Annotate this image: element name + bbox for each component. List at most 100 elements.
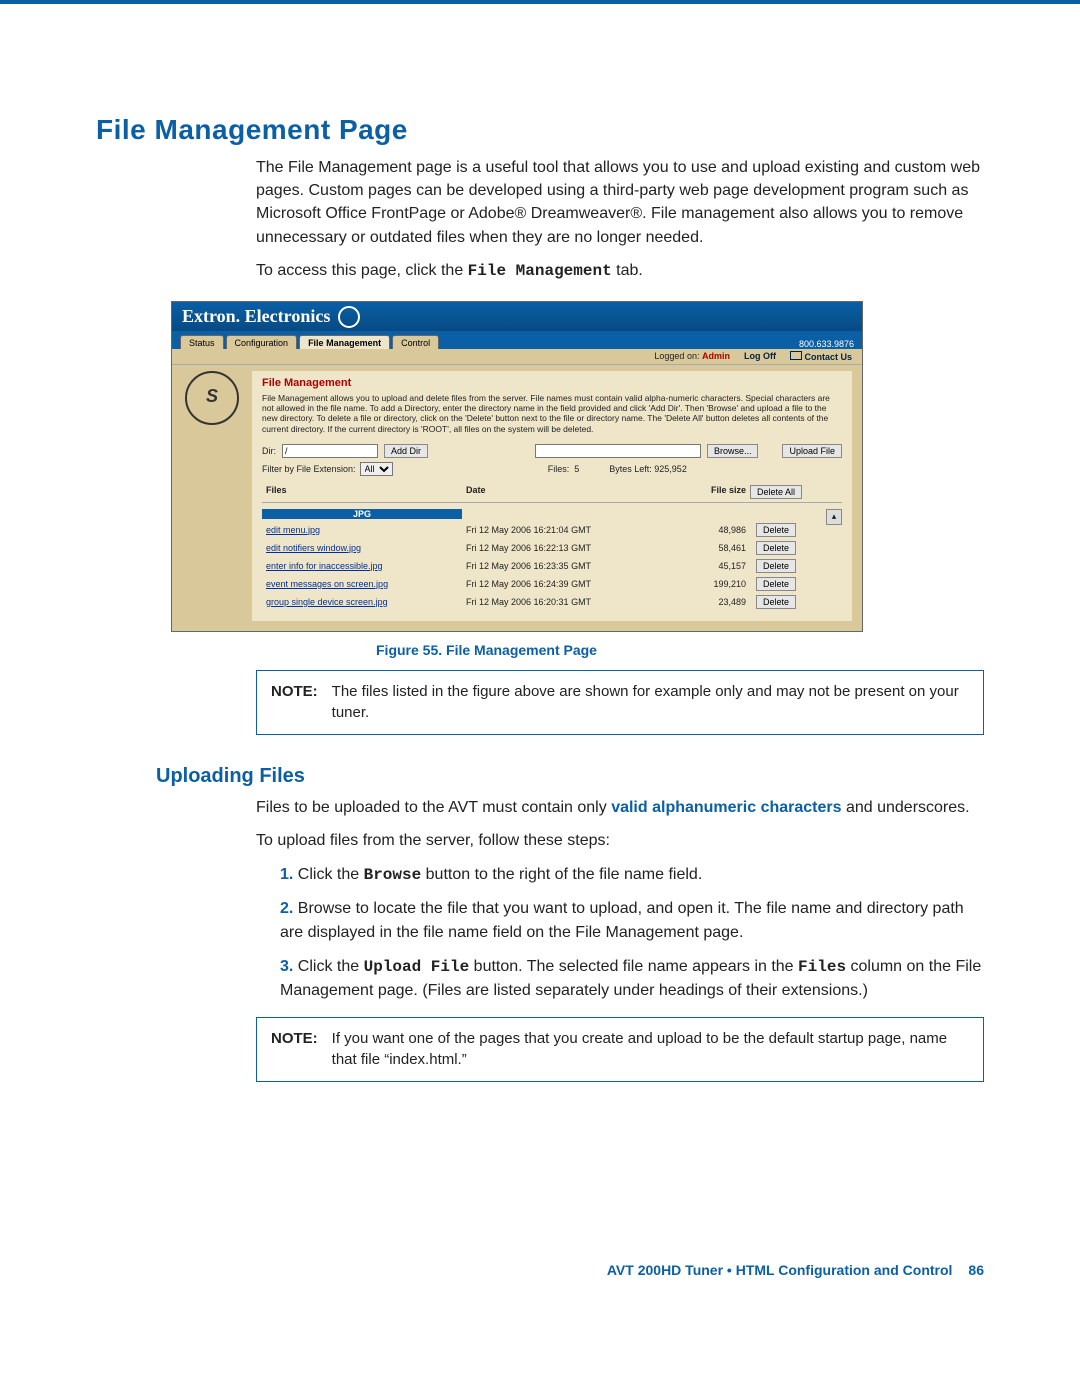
scroll-up-icon[interactable]: ▴	[826, 509, 842, 525]
browse-button[interactable]: Browse...	[707, 444, 759, 458]
table-row: edit notifiers window.jpg Fri 12 May 200…	[262, 539, 842, 557]
col-delete: Delete All	[746, 485, 806, 499]
screenshot-body: S File Management File Management allows…	[172, 365, 862, 631]
file-date: Fri 12 May 2006 16:20:31 GMT	[466, 597, 666, 607]
main-panel: File Management File Management allows y…	[252, 371, 852, 621]
filter-row: Filter by File Extension: All Files: 5 B…	[262, 462, 842, 476]
upload-follow: To upload files from the server, follow …	[256, 829, 984, 852]
phone-number: 800.633.9876	[799, 339, 854, 349]
file-size: 48,986	[666, 525, 746, 535]
table-row: event messages on screen.jpg Fri 12 May …	[262, 575, 842, 593]
intro-paragraph: The File Management page is a useful too…	[256, 156, 984, 249]
logged-on-user: Admin	[702, 351, 730, 361]
note-label: NOTE:	[271, 681, 318, 725]
bold-text: valid alphanumeric characters	[611, 799, 841, 816]
panel-title: File Management	[262, 377, 842, 389]
file-link[interactable]: edit notifiers window.jpg	[266, 543, 361, 553]
delete-button[interactable]: Delete	[756, 595, 796, 609]
note-box-2: NOTE: If you want one of the pages that …	[256, 1017, 984, 1083]
dir-label: Dir:	[262, 446, 276, 456]
dir-input[interactable]	[282, 444, 378, 458]
tab-control[interactable]: Control	[392, 335, 439, 349]
figure-caption: Figure 55. File Management Page	[376, 642, 984, 658]
logoff-link[interactable]: Log Off	[744, 351, 776, 361]
file-link[interactable]: event messages on screen.jpg	[266, 579, 388, 589]
file-list: ▴ JPG edit menu.jpg Fri 12 May 2006 16:2…	[262, 509, 842, 611]
tab-status[interactable]: Status	[180, 335, 224, 349]
screenshot-container: Extron. Electronics Status Configuration…	[171, 301, 863, 632]
file-size: 58,461	[666, 543, 746, 553]
mono-text: Browse	[364, 866, 422, 884]
text: 5	[574, 464, 579, 474]
text: and underscores.	[842, 799, 970, 816]
delete-button[interactable]: Delete	[756, 559, 796, 573]
file-size: 45,157	[666, 561, 746, 571]
contact-wrap[interactable]: Contact Us	[790, 351, 852, 362]
brand-icon	[338, 306, 360, 328]
table-row: group single device screen.jpg Fri 12 Ma…	[262, 593, 842, 611]
delete-all-button[interactable]: Delete All	[750, 485, 802, 499]
access-line: To access this page, click the File Mana…	[256, 259, 984, 283]
page-number: 86	[968, 1262, 984, 1278]
text: Click the	[298, 866, 364, 883]
text: button to the right of the file name fie…	[421, 866, 702, 883]
text: button. The selected file name appears i…	[469, 958, 798, 975]
panel-description: File Management allows you to upload and…	[262, 393, 842, 434]
file-size: 199,210	[666, 579, 746, 589]
table-header: Files Date File size Delete All	[262, 482, 842, 503]
filter-select[interactable]: All	[360, 462, 393, 476]
section-title: File Management Page	[96, 114, 984, 146]
files-count: Files: 5	[548, 464, 580, 474]
file-link[interactable]: enter info for inaccessible.jpg	[266, 561, 383, 571]
sidebar: S	[172, 365, 252, 621]
file-size: 23,489	[666, 597, 746, 607]
note-label: NOTE:	[271, 1028, 318, 1072]
app-header: Extron. Electronics	[172, 302, 862, 331]
logged-on-label: Logged on: Admin	[654, 351, 730, 361]
note-text: The files listed in the figure above are…	[332, 681, 969, 725]
file-date: Fri 12 May 2006 16:23:35 GMT	[466, 561, 666, 571]
delete-button[interactable]: Delete	[756, 577, 796, 591]
file-date: Fri 12 May 2006 16:22:13 GMT	[466, 543, 666, 553]
col-size: File size	[666, 485, 746, 499]
list-item: 3. Click the Upload File button. The sel…	[280, 955, 984, 1003]
text: To access this page, click the	[256, 262, 468, 279]
delete-button[interactable]: Delete	[756, 523, 796, 537]
tabs-left: Status Configuration File Management Con…	[180, 335, 441, 349]
add-dir-button[interactable]: Add Dir	[384, 444, 428, 458]
tab-file-management[interactable]: File Management	[299, 335, 390, 349]
text: Files:	[548, 464, 570, 474]
text: tab.	[612, 262, 643, 279]
mono-text: Files	[798, 958, 846, 976]
bytes-left: Bytes Left: 925,952	[609, 464, 687, 474]
filter-label: Filter by File Extension:	[262, 464, 356, 474]
steps-list: 1. Click the Browse button to the right …	[256, 863, 984, 1003]
list-item: 1. Click the Browse button to the right …	[280, 863, 984, 887]
file-date: Fri 12 May 2006 16:21:04 GMT	[466, 525, 666, 535]
table-row: enter info for inaccessible.jpg Fri 12 M…	[262, 557, 842, 575]
contact-link[interactable]: Contact Us	[804, 352, 852, 362]
text: Files to be uploaded to the AVT must con…	[256, 799, 611, 816]
document-page: File Management Page The File Management…	[0, 0, 1080, 1338]
note-text: If you want one of the pages that you cr…	[332, 1028, 969, 1072]
dir-upload-row: Dir: Add Dir Browse... Upload File	[262, 444, 842, 458]
subsection-title: Uploading Files	[156, 765, 984, 788]
text: Click the	[298, 958, 364, 975]
upload-path-input[interactable]	[535, 444, 701, 458]
col-date: Date	[466, 485, 666, 499]
page-footer: AVT 200HD Tuner • HTML Configuration and…	[96, 1262, 984, 1278]
footer-text: AVT 200HD Tuner • HTML Configuration and…	[607, 1262, 953, 1278]
seal-icon: S	[185, 371, 239, 425]
upload-intro: Files to be uploaded to the AVT must con…	[256, 796, 984, 819]
delete-button[interactable]: Delete	[756, 541, 796, 555]
tab-configuration[interactable]: Configuration	[226, 335, 298, 349]
mono-text: Upload File	[364, 958, 470, 976]
col-files: Files	[266, 485, 466, 499]
table-row: edit menu.jpg Fri 12 May 2006 16:21:04 G…	[262, 521, 826, 539]
upload-file-button[interactable]: Upload File	[782, 444, 842, 458]
brand-name: Extron. Electronics	[182, 306, 330, 327]
file-link[interactable]: edit menu.jpg	[266, 525, 320, 535]
file-link[interactable]: group single device screen.jpg	[266, 597, 388, 607]
tab-bar: Status Configuration File Management Con…	[172, 331, 862, 349]
list-item: 2. Browse to locate the file that you wa…	[280, 897, 984, 945]
